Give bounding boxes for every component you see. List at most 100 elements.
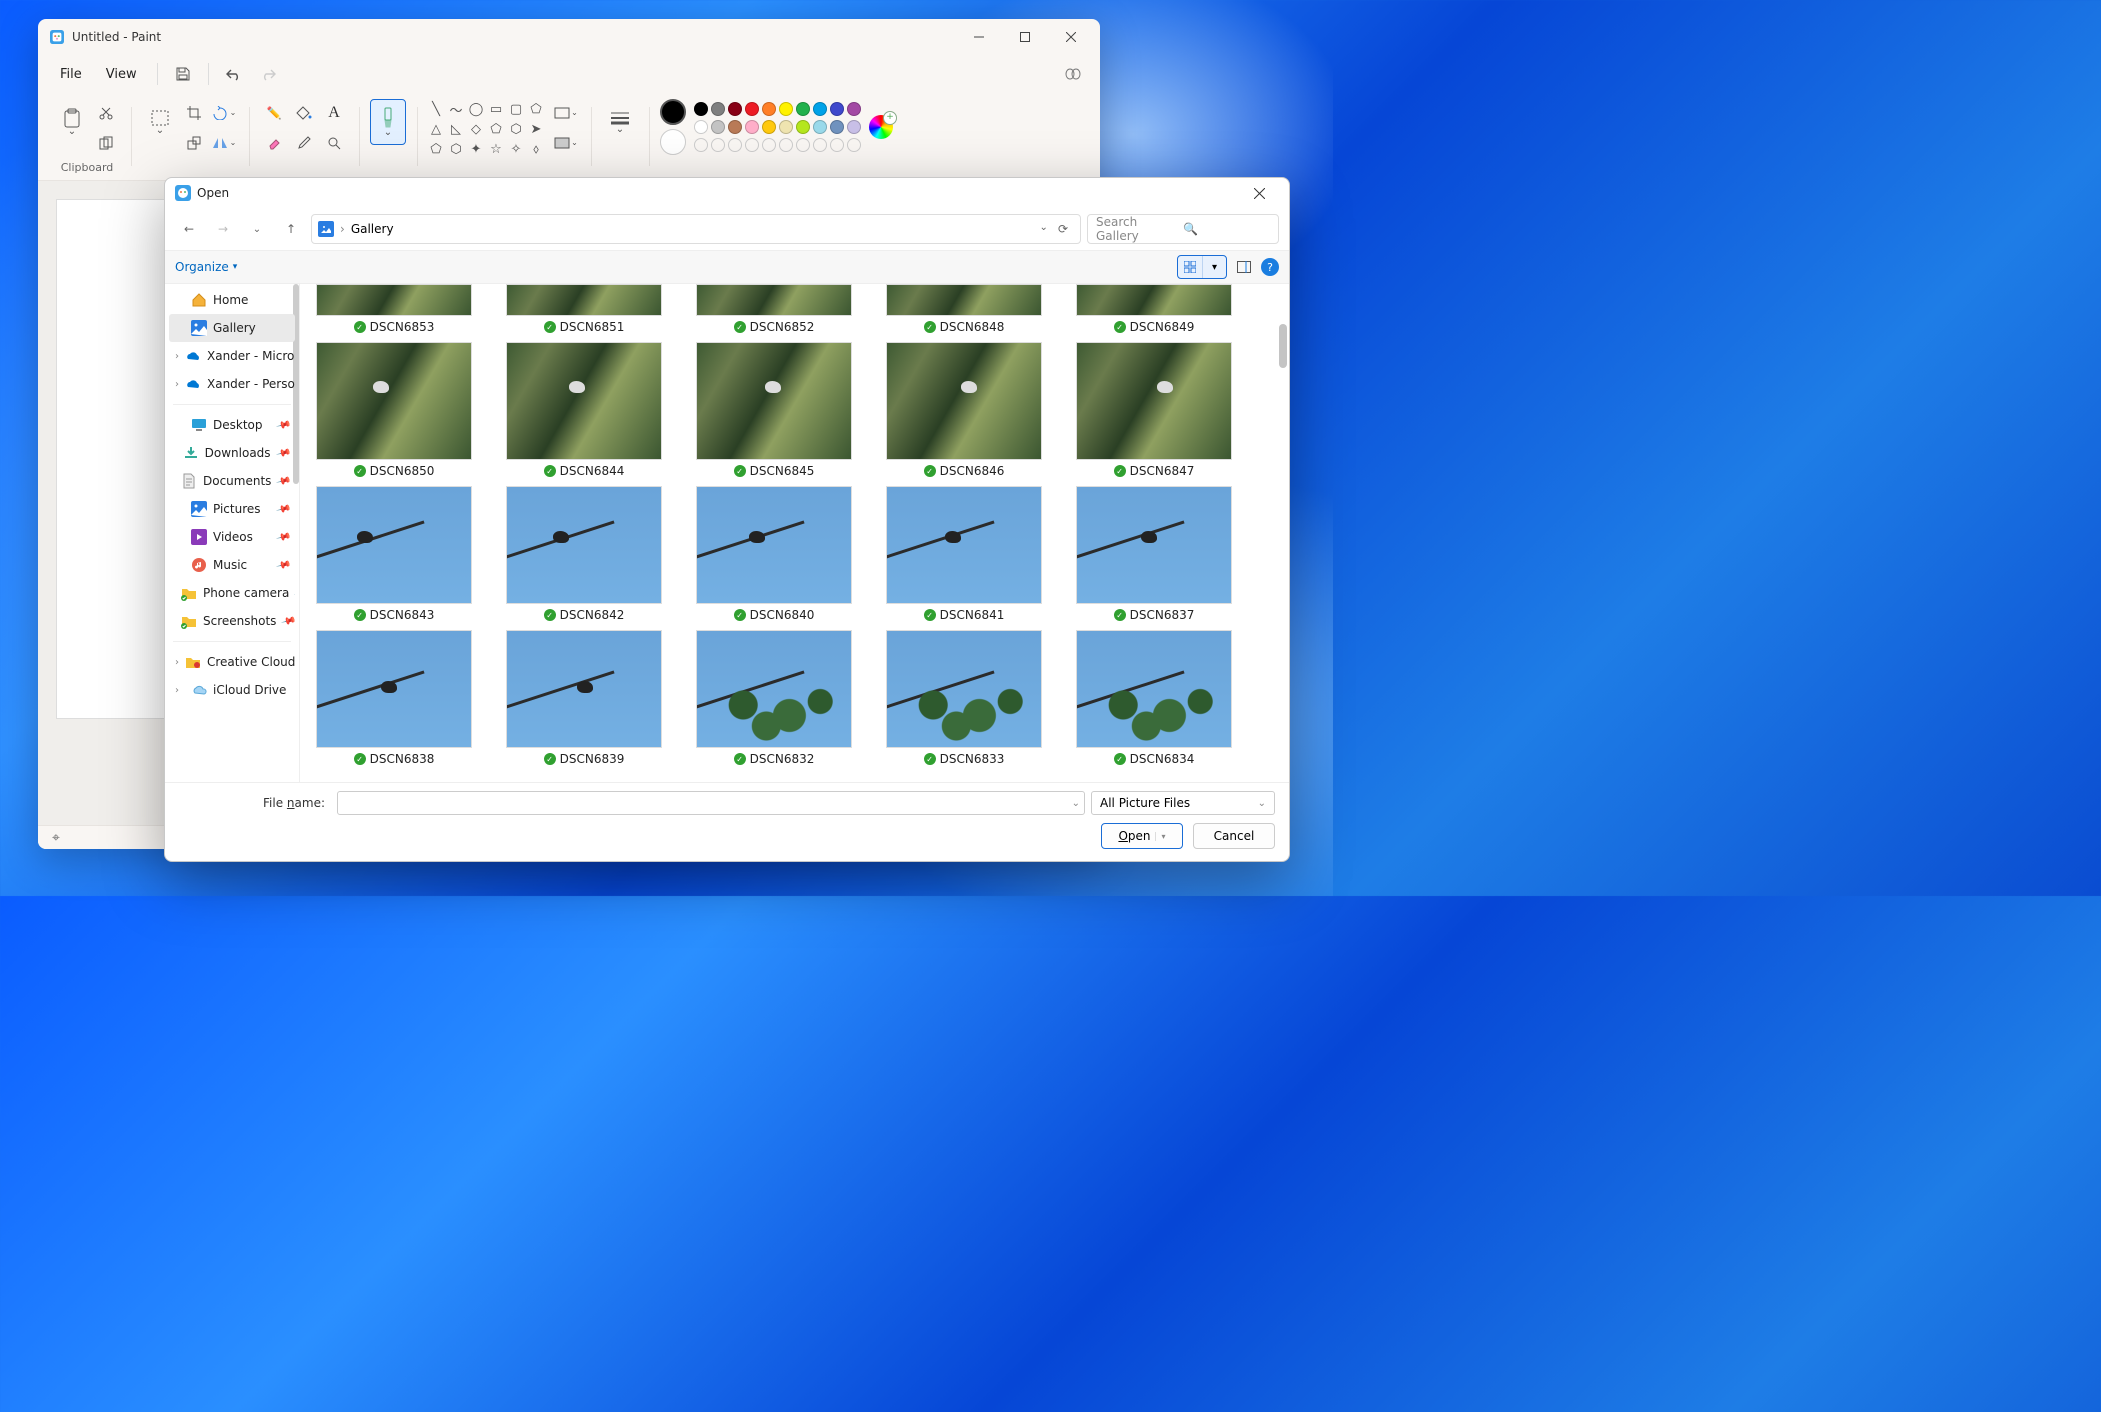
color-swatch-empty[interactable] (711, 138, 725, 152)
magnifier-icon[interactable] (320, 129, 348, 157)
file-item[interactable]: ✓DSCN6850 (316, 342, 472, 486)
file-item[interactable]: ✓DSCN6846 (886, 342, 1042, 486)
color-secondary[interactable] (660, 129, 686, 155)
file-item[interactable]: ✓DSCN6840 (696, 486, 852, 630)
color-swatch[interactable] (796, 120, 810, 134)
menu-file[interactable]: File (50, 61, 92, 88)
recent-dropdown[interactable]: ⌄ (243, 215, 271, 243)
nav-documents[interactable]: Documents📌 (169, 467, 295, 495)
color-swatch-empty[interactable] (813, 138, 827, 152)
file-type-select[interactable]: All Picture Files⌄ (1091, 791, 1275, 815)
color-swatch-empty[interactable] (745, 138, 759, 152)
color-swatch[interactable] (779, 102, 793, 116)
breadcrumb-dropdown[interactable]: ⌄ (1040, 222, 1048, 236)
undo-icon[interactable] (219, 59, 249, 89)
content-scrollbar[interactable] (1279, 324, 1287, 368)
color-swatch-empty[interactable] (847, 138, 861, 152)
color-swatch[interactable] (830, 102, 844, 116)
eyedropper-icon[interactable] (290, 129, 318, 157)
file-item[interactable]: ✓DSCN6848 (886, 284, 1042, 342)
close-button[interactable] (1048, 21, 1094, 53)
nav-home[interactable]: Home (169, 286, 295, 314)
breadcrumb[interactable]: › Gallery ⌄ ⟳ (311, 214, 1081, 244)
help-button[interactable]: ? (1261, 258, 1279, 276)
color-swatch[interactable] (762, 120, 776, 134)
eraser-icon[interactable] (260, 129, 288, 157)
color-swatch[interactable] (694, 102, 708, 116)
file-item[interactable]: ✓DSCN6842 (506, 486, 662, 630)
file-item[interactable]: ✓DSCN6853 (316, 284, 472, 342)
color-swatch[interactable] (745, 102, 759, 116)
color-swatch[interactable] (762, 102, 776, 116)
nav-gallery[interactable]: Gallery (169, 314, 295, 342)
brush-button[interactable]: ⌄ (370, 99, 406, 145)
file-item[interactable]: ✓DSCN6837 (1076, 486, 1232, 630)
shape-fill-icon[interactable]: ⌄ (552, 129, 580, 157)
nav-screenshots[interactable]: Screenshots📌 (169, 607, 295, 635)
color-swatch-empty[interactable] (779, 138, 793, 152)
copy-icon[interactable] (92, 129, 120, 157)
color-swatch[interactable] (847, 120, 861, 134)
color-swatch[interactable] (813, 102, 827, 116)
stroke-width-button[interactable]: ⌄ (602, 99, 638, 145)
dialog-close-button[interactable] (1237, 179, 1281, 207)
file-item[interactable]: ✓DSCN6832 (696, 630, 852, 774)
file-item[interactable]: ✓DSCN6847 (1076, 342, 1232, 486)
open-button[interactable]: Open▾ (1101, 823, 1183, 849)
color-swatch[interactable] (745, 120, 759, 134)
file-item[interactable]: ✓DSCN6852 (696, 284, 852, 342)
color-swatch[interactable] (711, 102, 725, 116)
color-primary[interactable] (660, 99, 686, 125)
forward-button[interactable]: → (209, 215, 237, 243)
color-swatch-empty[interactable] (830, 138, 844, 152)
minimize-button[interactable] (956, 21, 1002, 53)
back-button[interactable]: ← (175, 215, 203, 243)
nav-pictures[interactable]: Pictures📌 (169, 495, 295, 523)
nav-onedrive-personal[interactable]: ›Xander - Personal (169, 370, 295, 398)
file-item[interactable]: ✓DSCN6843 (316, 486, 472, 630)
cancel-button[interactable]: Cancel (1193, 823, 1275, 849)
select-button[interactable]: ⌄ (142, 99, 178, 145)
paste-button[interactable]: ⌄ (54, 99, 90, 145)
color-swatch-empty[interactable] (796, 138, 810, 152)
cut-icon[interactable] (92, 99, 120, 127)
edit-colors-button[interactable] (869, 115, 893, 139)
file-item[interactable]: ✓DSCN6845 (696, 342, 852, 486)
file-item[interactable]: ✓DSCN6833 (886, 630, 1042, 774)
file-item[interactable]: ✓DSCN6841 (886, 486, 1042, 630)
text-icon[interactable]: A (320, 99, 348, 127)
color-swatch[interactable] (728, 102, 742, 116)
up-button[interactable]: ↑ (277, 215, 305, 243)
file-item[interactable]: ✓DSCN6851 (506, 284, 662, 342)
shapes-gallery[interactable]: ╲ 〜 ◯ ▭ ▢ ⬠ △ ◺ ◇ ⬠ ⬡ ➤ ⬠⬡✦☆✧⬨ (428, 99, 544, 159)
save-icon[interactable] (168, 59, 198, 89)
nav-onedrive-ms[interactable]: ›Xander - Microsoft (169, 342, 295, 370)
color-swatch-empty[interactable] (762, 138, 776, 152)
nav-icloud[interactable]: ›iCloud Drive (169, 676, 295, 704)
rotate-icon[interactable]: ⌄ (210, 99, 238, 127)
file-item[interactable]: ✓DSCN6844 (506, 342, 662, 486)
breadcrumb-gallery[interactable]: Gallery (351, 222, 394, 236)
nav-music[interactable]: Music📌 (169, 551, 295, 579)
file-item[interactable]: ✓DSCN6839 (506, 630, 662, 774)
file-item[interactable]: ✓DSCN6849 (1076, 284, 1232, 342)
crop-icon[interactable] (180, 99, 208, 127)
menu-view[interactable]: View (96, 61, 147, 88)
resize-icon[interactable] (180, 129, 208, 157)
fill-icon[interactable] (290, 99, 318, 127)
shape-outline-icon[interactable]: ⌄ (552, 99, 580, 127)
preview-pane-button[interactable] (1233, 256, 1255, 278)
color-swatch[interactable] (728, 120, 742, 134)
color-swatch[interactable] (813, 120, 827, 134)
copilot-icon[interactable] (1058, 59, 1088, 89)
file-item[interactable]: ✓DSCN6834 (1076, 630, 1232, 774)
organize-menu[interactable]: Organize▾ (175, 260, 237, 274)
file-name-input[interactable]: ⌄ (337, 791, 1085, 815)
nav-phone-camera[interactable]: Phone camera📌 (169, 579, 295, 607)
color-swatch-empty[interactable] (728, 138, 742, 152)
color-swatch-empty[interactable] (694, 138, 708, 152)
redo-icon[interactable] (253, 59, 283, 89)
nav-videos[interactable]: Videos📌 (169, 523, 295, 551)
color-swatch[interactable] (830, 120, 844, 134)
refresh-button[interactable]: ⟳ (1058, 222, 1068, 236)
